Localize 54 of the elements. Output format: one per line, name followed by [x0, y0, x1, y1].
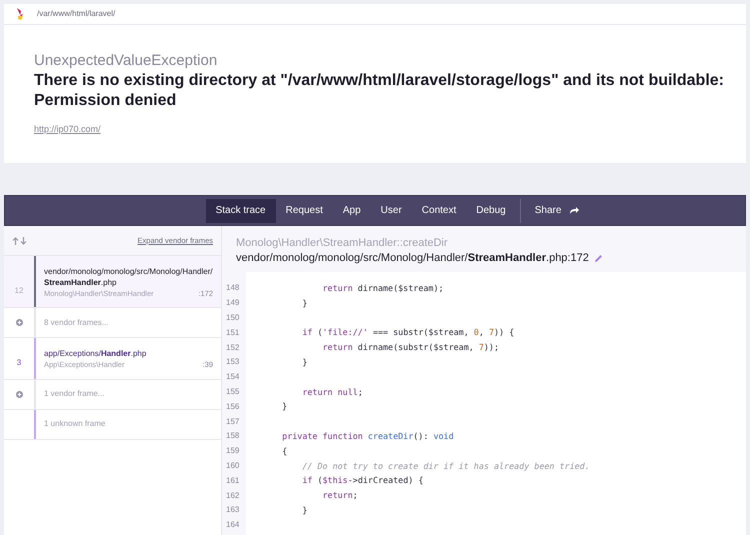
code-line: {	[281, 444, 288, 458]
tab[interactable]: Debug	[466, 198, 516, 222]
frame-file: vendor/monolog/monolog/src/Monolog/Handler/StreamHandler.php	[44, 266, 213, 288]
code-line: }	[301, 296, 308, 310]
sort-arrows-icon[interactable]	[12, 236, 28, 244]
code-line: return null;	[301, 386, 363, 398]
line-number: 148	[226, 282, 240, 294]
line-number: 149	[226, 297, 240, 310]
tab[interactable]: User	[370, 198, 412, 222]
pencil-icon[interactable]	[594, 254, 603, 262]
logo-icon	[16, 8, 25, 20]
code-line: return dirname(substr($stream, 7));	[322, 341, 500, 354]
tab[interactable]: Context	[412, 198, 466, 222]
code-line: }	[301, 504, 308, 517]
line-number: 158	[226, 430, 240, 442]
code-line: if ('file://' === substr($stream, 0, 7)) {	[301, 326, 514, 340]
line-number: 151	[226, 326, 240, 339]
tab[interactable]: App	[332, 198, 371, 222]
line-number: 156	[226, 400, 240, 413]
unknown-frame-label: 1 unknown frame	[44, 418, 106, 430]
line-number: 155	[226, 386, 240, 398]
code-line: }	[301, 356, 308, 369]
line-number: 163	[226, 504, 240, 516]
frame-file: app/Exceptions/Handler.php	[44, 348, 148, 360]
path-text: /var/www/html/laravel/	[37, 8, 116, 20]
line-number: 154	[226, 371, 240, 384]
exception-message: There is no existing directory at "/var/www/html/laravel/storage/logs" and its not buildable: Permission denied	[34, 71, 725, 111]
share-button[interactable]: Share	[524, 198, 590, 222]
code-line: if ($this->dirCreated) {	[301, 474, 424, 488]
line-number: 162	[226, 490, 240, 502]
code-line: private function createDir(): void	[281, 430, 454, 443]
code-line: return dirname($stream);	[322, 282, 444, 295]
line-number: 164	[226, 519, 240, 532]
line-number: 153	[226, 356, 240, 368]
plus-circle-icon[interactable]	[16, 390, 22, 398]
exception-class: UnexpectedValueException	[34, 51, 218, 71]
line-number: 159	[226, 445, 240, 458]
url-link[interactable]: http://ip070.com/	[34, 123, 101, 136]
code-line: // Do not try to create dir if it has already been tried.	[301, 460, 590, 472]
line-number: 152	[226, 342, 240, 354]
method-name: Monolog\Handler\StreamHandler::createDir	[236, 236, 449, 250]
file-path: vendor/monolog/monolog/src/Monolog/Handler/StreamHandler.php:172	[236, 251, 589, 266]
line-number: 160	[226, 460, 240, 472]
tab[interactable]: Stack trace	[206, 198, 276, 222]
line-number: 161	[226, 474, 240, 487]
code-line: return;	[322, 489, 358, 502]
code-line: }	[281, 400, 288, 414]
frame-number: 12	[14, 285, 24, 298]
tab[interactable]: Request	[276, 198, 333, 222]
line-number: 157	[226, 416, 240, 428]
plus-circle-icon[interactable]	[16, 319, 22, 326]
frame-number: 3	[16, 356, 22, 368]
share-icon	[569, 206, 580, 215]
line-number: 150	[226, 312, 240, 324]
